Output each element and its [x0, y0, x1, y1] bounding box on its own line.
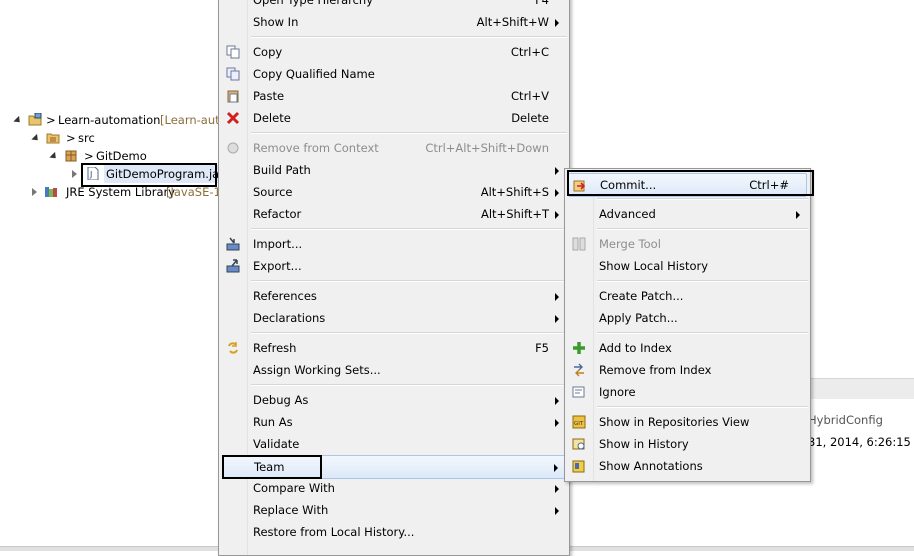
menu-separator — [251, 332, 567, 334]
submenu-arrow-icon — [555, 485, 559, 493]
menu-item-source[interactable]: Source Alt+Shift+S — [219, 181, 569, 203]
ignore-icon — [572, 386, 585, 398]
import-icon — [226, 237, 240, 251]
menu-item-paste[interactable]: Paste Ctrl+V — [219, 85, 569, 107]
library-label: JRE System Library — [66, 185, 176, 199]
copy-icon — [226, 45, 240, 59]
menu-item-show-in-repositories-view[interactable]: GIT Show in Repositories View — [565, 411, 810, 433]
menu-item-run-as[interactable]: Run As — [219, 411, 569, 433]
submenu-arrow-icon — [555, 167, 559, 175]
config-label: HybridConfig — [808, 413, 883, 427]
project-folder-icon — [28, 113, 42, 126]
menu-item-show-in[interactable]: Show In Alt+Shift+W — [219, 11, 569, 33]
background-panel-header — [808, 378, 914, 399]
submenu-arrow-icon — [554, 464, 558, 472]
submenu-arrow-icon — [555, 211, 559, 219]
menu-item-commit[interactable]: Commit... Ctrl+# — [568, 173, 807, 197]
menu-item-show-annotations[interactable]: Show Annotations — [565, 455, 810, 477]
menu-item-refresh[interactable]: Refresh F5 — [219, 337, 569, 359]
team-submenu: Commit... Ctrl+# Advanced Merge Tool Sho… — [564, 168, 811, 482]
menu-item-compare-with[interactable]: Compare With — [219, 477, 569, 499]
src-label: src — [78, 131, 95, 145]
menu-item-show-in-history[interactable]: Show in History — [565, 433, 810, 455]
library-icon — [45, 187, 57, 197]
menu-item-validate[interactable]: Validate — [219, 433, 569, 455]
export-icon — [226, 259, 240, 273]
library-decoration: [JavaSE-1 — [166, 185, 221, 199]
menu-item-advanced[interactable]: Advanced — [565, 203, 810, 225]
submenu-arrow-icon — [555, 419, 559, 427]
submenu-arrow-icon — [555, 293, 559, 301]
menu-item-assign-working-sets[interactable]: Assign Working Sets... — [219, 359, 569, 381]
submenu-arrow-icon — [555, 189, 559, 197]
package-icon — [65, 150, 77, 162]
refresh-icon — [228, 342, 238, 354]
expand-arrow-icon[interactable] — [49, 151, 59, 162]
expand-arrow-icon[interactable] — [13, 115, 23, 126]
menu-item-refactor[interactable]: Refactor Alt+Shift+T — [219, 203, 569, 225]
menu-item-show-local-history[interactable]: Show Local History — [565, 255, 810, 277]
remove-from-index-icon — [574, 363, 584, 377]
menu-separator — [597, 280, 808, 282]
menu-item-debug-as[interactable]: Debug As — [219, 389, 569, 411]
menu-separator — [597, 406, 808, 408]
menu-item-ignore[interactable]: Ignore — [565, 381, 810, 403]
add-icon — [573, 342, 585, 354]
menu-item-delete[interactable]: Delete Delete — [219, 107, 569, 129]
menu-item-build-path[interactable]: Build Path — [219, 159, 569, 181]
menu-item-remove-from-context[interactable]: Remove from Context Ctrl+Alt+Shift+Down — [219, 137, 569, 159]
context-menu: Open Type Hierarchy F4 Show In Alt+Shift… — [218, 0, 570, 556]
menu-item-import[interactable]: Import... — [219, 233, 569, 255]
project-decoration: [Learn-aut — [160, 113, 220, 127]
timestamp-label: 31, 2014, 6:26:15 PM — [808, 435, 914, 449]
menu-item-merge-tool[interactable]: Merge Tool — [565, 233, 810, 255]
submenu-arrow-icon — [555, 19, 559, 27]
collapse-arrow-icon[interactable] — [32, 188, 37, 196]
delete-icon — [226, 111, 240, 125]
menu-item-team[interactable]: Team — [222, 455, 566, 479]
paste-icon — [227, 90, 239, 103]
git-dirty-marker: > — [46, 113, 56, 127]
menu-item-replace-with[interactable]: Replace With — [219, 499, 569, 521]
submenu-arrow-icon — [796, 211, 800, 219]
copy-qualified-name-icon — [226, 67, 240, 81]
menu-separator — [597, 228, 808, 230]
submenu-arrow-icon — [555, 397, 559, 405]
merge-tool-icon — [572, 237, 586, 251]
git-dirty-marker: > — [66, 131, 76, 145]
menu-item-add-to-index[interactable]: Add to Index — [565, 337, 810, 359]
menu-item-references[interactable]: References — [219, 285, 569, 307]
menu-item-apply-patch[interactable]: Apply Patch... — [565, 307, 810, 329]
menu-separator — [251, 228, 567, 230]
menu-item-export[interactable]: Export... — [219, 255, 569, 277]
git-repository-icon: GIT — [572, 415, 586, 429]
menu-separator — [251, 280, 567, 282]
source-folder-icon — [46, 133, 60, 144]
menu-separator — [597, 198, 808, 200]
history-icon — [572, 438, 585, 450]
menu-item-declarations[interactable]: Declarations — [219, 307, 569, 329]
submenu-arrow-icon — [555, 507, 559, 515]
remove-from-context-icon — [227, 142, 239, 154]
menu-item-open-type-hierarchy[interactable]: Open Type Hierarchy F4 — [219, 0, 569, 11]
expand-arrow-icon[interactable] — [31, 133, 41, 144]
submenu-arrow-icon — [555, 315, 559, 323]
menu-separator — [251, 132, 567, 134]
svg-text:GIT: GIT — [574, 421, 584, 427]
menu-separator — [251, 384, 567, 386]
menu-separator — [251, 36, 567, 38]
project-name: Learn-automation — [58, 113, 161, 127]
menu-separator — [597, 332, 808, 334]
collapse-arrow-icon[interactable] — [72, 170, 77, 178]
menu-item-create-patch[interactable]: Create Patch... — [565, 285, 810, 307]
annotations-icon — [572, 460, 585, 473]
commit-icon — [573, 180, 586, 192]
menu-item-copy[interactable]: Copy Ctrl+C — [219, 41, 569, 63]
menu-item-copy-qualified-name[interactable]: Copy Qualified Name — [219, 63, 569, 85]
menu-item-restore-from-local-history[interactable]: Restore from Local History... — [219, 521, 569, 543]
menu-item-remove-from-index[interactable]: Remove from Index — [565, 359, 810, 381]
